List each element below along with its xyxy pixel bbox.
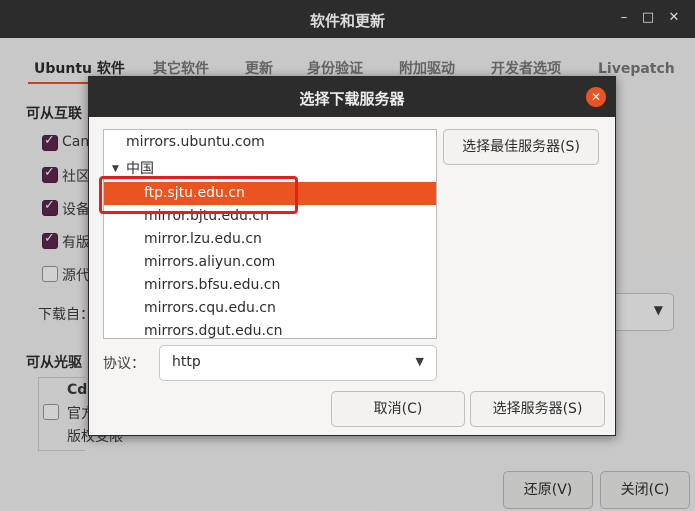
maximize-icon[interactable]: □ xyxy=(638,8,658,28)
dropdown-arrow-icon: ▼ xyxy=(415,355,424,368)
server-name: mirrors.dgut.edu.cn xyxy=(144,323,283,339)
close-icon[interactable]: ✕ xyxy=(664,8,684,28)
dialog-close-icon[interactable]: ✕ xyxy=(586,87,606,107)
window-titlebar: 软件和更新 – □ ✕ xyxy=(0,0,695,38)
choose-server-button[interactable]: 选择服务器(S) xyxy=(470,391,605,427)
server-name: mirrors.aliyun.com xyxy=(144,254,276,270)
highlight-box xyxy=(99,176,298,214)
list-item[interactable]: mirror.lzu.edu.cn xyxy=(104,228,436,251)
select-best-server-button[interactable]: 选择最佳服务器(S) xyxy=(443,129,599,165)
protocol-select[interactable]: http ▼ xyxy=(159,345,437,381)
server-name: mirrors.cqu.edu.cn xyxy=(144,300,276,316)
list-item[interactable]: mirrors.bfsu.edu.cn xyxy=(104,274,436,297)
server-list[interactable]: mirrors.ubuntu.com ▼ 中国 ftp.sjtu.edu.cn … xyxy=(103,129,437,339)
list-item[interactable]: mirrors.dgut.edu.cn xyxy=(104,320,436,339)
server-name: mirrors.ubuntu.com xyxy=(126,134,265,150)
server-name: mirror.lzu.edu.cn xyxy=(144,231,262,247)
server-name: mirrors.bfsu.edu.cn xyxy=(144,277,281,293)
list-item[interactable]: mirrors.ubuntu.com xyxy=(104,131,436,154)
protocol-label: 协议： xyxy=(103,356,145,372)
dialog-title: 选择下载服务器 xyxy=(299,90,405,108)
choose-server-dialog: 选择下载服务器 ✕ mirrors.ubuntu.com ▼ 中国 ftp.sj… xyxy=(88,76,616,436)
window-title: 软件和更新 xyxy=(309,12,385,30)
list-item[interactable]: mirrors.cqu.edu.cn xyxy=(104,297,436,320)
cancel-button[interactable]: 取消(C) xyxy=(331,391,465,427)
protocol-value: http xyxy=(172,354,201,370)
dialog-header: 选择下载服务器 ✕ xyxy=(89,77,615,117)
minimize-icon[interactable]: – xyxy=(614,8,634,28)
list-item[interactable]: mirrors.aliyun.com xyxy=(104,251,436,274)
